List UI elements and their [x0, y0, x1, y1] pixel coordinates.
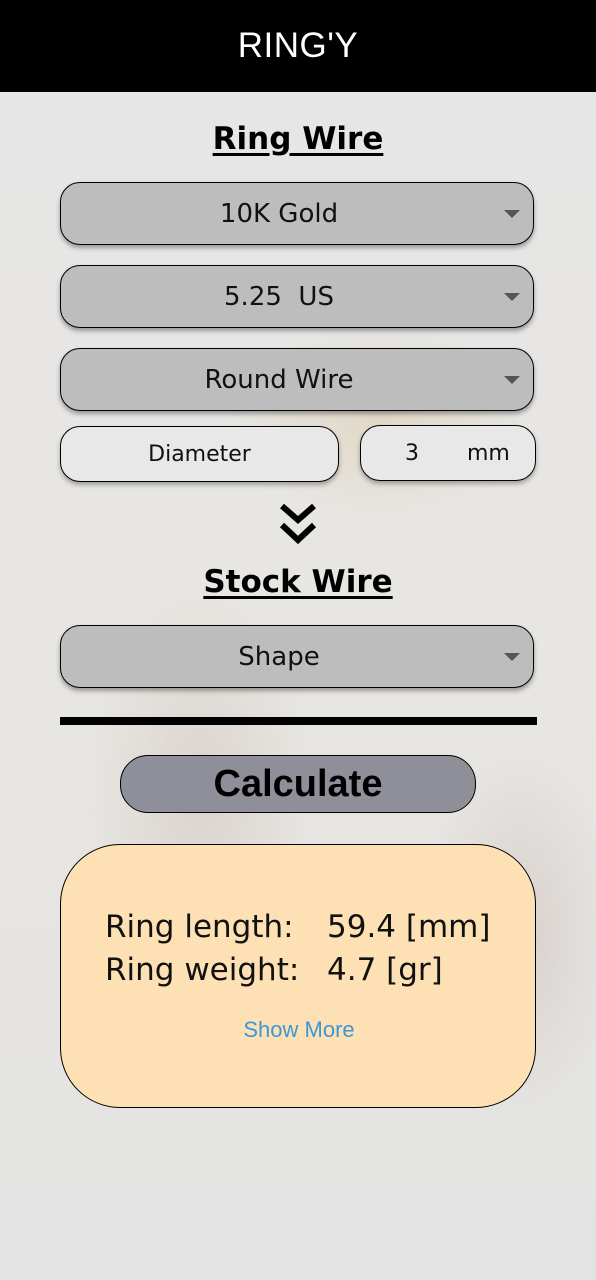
chevron-down-icon	[504, 376, 520, 384]
dimension-input[interactable]: 3 mm	[360, 425, 536, 481]
ring-weight-value: 4.7 [gr]	[327, 952, 443, 988]
ring-length-value: 59.4 [mm]	[327, 909, 491, 945]
results-card: Ring length: 59.4 [mm] Ring weight: 4.7 …	[60, 844, 536, 1108]
divider	[60, 717, 537, 725]
app-title: RING'Y	[237, 26, 359, 65]
stock-wire-title: Stock Wire	[203, 564, 393, 600]
wire-profile-value: Round Wire	[204, 364, 354, 395]
wire-profile-dropdown[interactable]: Round Wire	[60, 348, 534, 411]
ring-size-dropdown[interactable]: 5.25 US	[60, 265, 534, 328]
calculate-label: Calculate	[213, 762, 383, 805]
dimension-type-button[interactable]: Diameter	[60, 426, 339, 482]
ring-length-label: Ring length:	[105, 909, 294, 945]
dimension-unit: mm	[467, 440, 510, 466]
dimension-type-label: Diameter	[148, 441, 251, 467]
double-chevron-down-icon	[279, 503, 317, 545]
material-value: 10K Gold	[219, 198, 339, 229]
show-more-link[interactable]: Show More	[61, 1017, 537, 1043]
chevron-down-icon	[504, 293, 520, 301]
material-dropdown[interactable]: 10K Gold	[60, 182, 534, 245]
chevron-down-icon	[504, 210, 520, 218]
stock-shape-value: Shape	[238, 641, 320, 672]
dimension-value: 3	[405, 440, 419, 466]
stock-shape-dropdown[interactable]: Shape	[60, 625, 534, 688]
ring-weight-label: Ring weight:	[105, 952, 300, 988]
ring-size-value: 5.25 US	[224, 281, 334, 312]
ring-wire-title: Ring Wire	[212, 121, 384, 157]
chevron-down-icon	[504, 653, 520, 661]
app-bar: RING'Y	[0, 0, 596, 92]
calculate-button[interactable]: Calculate	[120, 755, 476, 813]
